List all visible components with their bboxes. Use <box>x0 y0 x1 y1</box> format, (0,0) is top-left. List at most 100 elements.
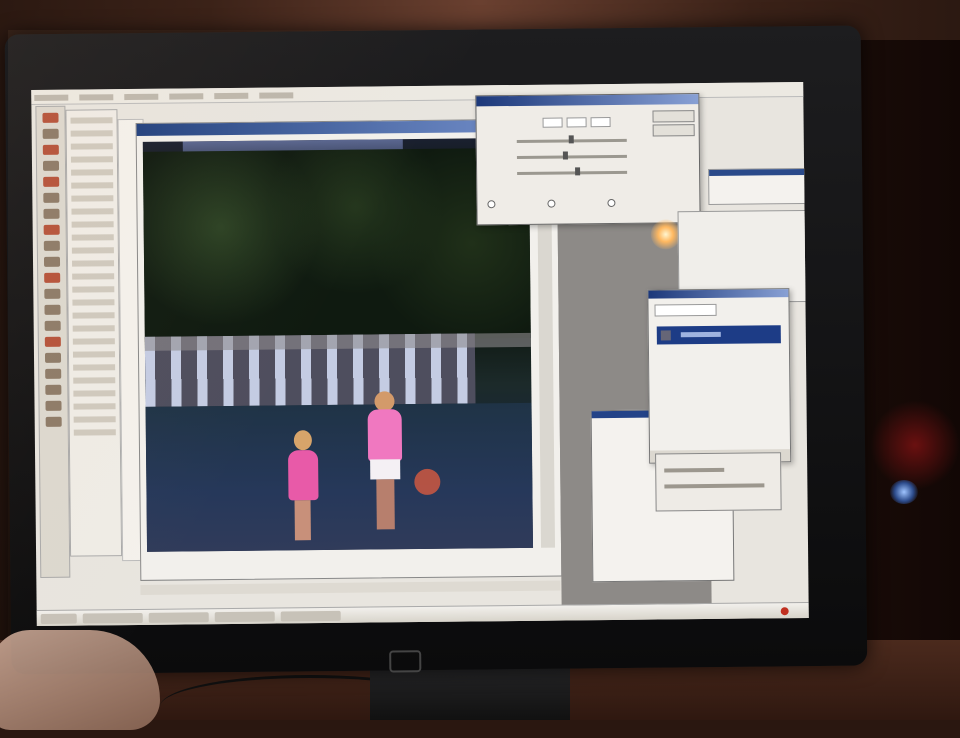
option-row[interactable] <box>72 351 116 358</box>
toolbox-panel <box>35 105 71 578</box>
tool-icon[interactable] <box>45 416 62 427</box>
tool-icon[interactable] <box>42 112 59 123</box>
value-field[interactable] <box>590 116 611 128</box>
slider-track[interactable] <box>517 170 628 175</box>
tool-icon[interactable] <box>44 288 61 299</box>
taskbar-item[interactable] <box>148 612 209 623</box>
radio-button[interactable] <box>547 199 556 208</box>
option-row[interactable] <box>70 156 113 163</box>
tool-icon[interactable] <box>42 128 59 139</box>
photo-water <box>145 402 534 552</box>
tool-icon[interactable] <box>43 192 60 203</box>
value-field[interactable] <box>542 117 563 128</box>
hp-logo-icon <box>389 650 422 673</box>
tool-icon[interactable] <box>42 160 60 171</box>
dialog-titlebar[interactable] <box>476 94 699 107</box>
option-row[interactable] <box>71 234 114 241</box>
slider-handle[interactable] <box>575 167 581 176</box>
option-row[interactable] <box>70 117 113 124</box>
tool-icon[interactable] <box>45 368 62 379</box>
option-row[interactable] <box>73 416 116 423</box>
dialog-titlebar[interactable] <box>648 289 789 299</box>
option-row[interactable] <box>73 377 116 384</box>
child-tall-legs <box>376 479 395 530</box>
option-row[interactable] <box>71 182 114 189</box>
tool-icon[interactable] <box>44 352 62 363</box>
menu-item[interactable] <box>34 94 69 102</box>
option-row[interactable] <box>72 273 115 280</box>
photo-canvas[interactable] <box>142 137 534 552</box>
text-line <box>664 467 725 473</box>
photo-trees <box>142 147 531 342</box>
ok-button[interactable] <box>652 110 695 123</box>
radio-button[interactable] <box>607 198 616 208</box>
option-row[interactable] <box>70 130 113 137</box>
option-row[interactable] <box>72 260 115 267</box>
message-dialog <box>655 452 782 512</box>
child-tall-pink-top <box>367 409 403 462</box>
tool-icon[interactable] <box>43 208 60 219</box>
option-row[interactable] <box>72 312 115 319</box>
taskbar-item[interactable] <box>214 611 275 623</box>
tool-options-panel <box>65 109 123 557</box>
menu-item[interactable] <box>259 92 294 99</box>
fishing-net <box>414 468 441 496</box>
tool-icon[interactable] <box>44 320 61 331</box>
option-row[interactable] <box>71 247 114 254</box>
radio-button[interactable] <box>487 200 496 209</box>
palette-panel <box>708 167 807 205</box>
tool-icon[interactable] <box>43 176 60 187</box>
red-tray-icon[interactable] <box>780 607 789 616</box>
child-small-pink-top <box>288 450 319 501</box>
tool-icon[interactable] <box>43 240 60 251</box>
slider-handle[interactable] <box>562 151 568 160</box>
option-row[interactable] <box>73 364 116 371</box>
option-row[interactable] <box>71 169 114 176</box>
tool-icon[interactable] <box>44 304 61 315</box>
child-small-head <box>293 430 313 451</box>
start-button[interactable] <box>40 613 77 624</box>
tool-icon[interactable] <box>44 336 61 347</box>
slider-handle[interactable] <box>568 135 574 144</box>
layer-thumbnail <box>660 330 671 341</box>
taskbar-item[interactable] <box>82 612 143 624</box>
tool-icon[interactable] <box>43 256 61 267</box>
tool-icon[interactable] <box>45 384 62 395</box>
option-row[interactable] <box>72 325 115 332</box>
tool-icon[interactable] <box>45 400 62 411</box>
value-field[interactable] <box>566 117 587 128</box>
menu-item[interactable] <box>124 93 159 101</box>
adjustment-dialog <box>475 93 701 226</box>
option-row[interactable] <box>72 338 115 345</box>
option-row[interactable] <box>73 429 116 436</box>
child-tall-white-shorts <box>370 459 401 480</box>
option-row[interactable] <box>71 208 114 215</box>
layers-dialog <box>647 288 792 464</box>
slider-track[interactable] <box>516 154 627 159</box>
layer-name <box>680 331 721 338</box>
menu-item[interactable] <box>79 94 114 101</box>
red-light-glow <box>870 400 960 490</box>
option-row[interactable] <box>71 195 114 202</box>
cancel-button[interactable] <box>652 124 695 137</box>
monitor-screen <box>31 81 809 627</box>
tool-icon[interactable] <box>44 272 61 283</box>
option-row[interactable] <box>73 403 116 410</box>
option-row[interactable] <box>73 390 116 397</box>
option-row[interactable] <box>71 221 114 228</box>
tool-icon[interactable] <box>42 144 59 155</box>
menu-item[interactable] <box>214 92 249 100</box>
selected-layer-row[interactable] <box>656 325 781 345</box>
tool-icon[interactable] <box>43 224 60 235</box>
option-row[interactable] <box>72 286 115 293</box>
status-bar <box>140 580 561 595</box>
palette-titlebar[interactable] <box>709 168 806 176</box>
lens-flare-reflection <box>650 219 681 250</box>
child-small-legs <box>294 500 311 541</box>
blend-mode-select[interactable] <box>654 303 717 317</box>
blue-power-led <box>890 480 918 504</box>
option-row[interactable] <box>72 299 115 306</box>
taskbar-item[interactable] <box>280 610 341 622</box>
menu-item[interactable] <box>169 93 204 100</box>
option-row[interactable] <box>70 143 113 150</box>
